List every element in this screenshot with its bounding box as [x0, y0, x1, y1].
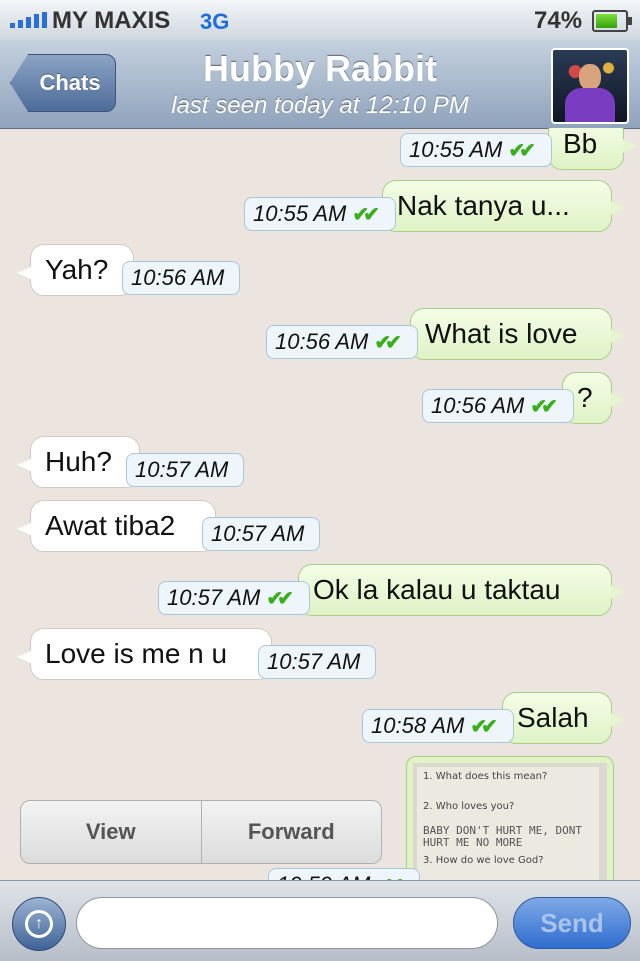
message-bubble-incoming[interactable]: Huh?	[17, 436, 140, 488]
nav-bar: Chats Hubby Rabbit last seen today at 12…	[0, 40, 640, 129]
read-receipt-icon: ✔✔	[352, 203, 379, 226]
message-timestamp: 10:55 AM ✔✔	[244, 197, 396, 231]
message-bubble-outgoing[interactable]: Ok la kalau u taktau	[298, 564, 625, 616]
message-text: Nak tanya u...	[397, 190, 570, 221]
network-type: 3G	[200, 9, 230, 34]
photo-text-line: 3. How do we love God?	[423, 855, 544, 866]
message-text: Salah	[517, 702, 589, 733]
read-receipt-icon: ✔✔	[376, 873, 403, 881]
message-bubble-incoming[interactable]: Love is me n u	[17, 628, 272, 680]
read-receipt-icon: ✔✔	[470, 715, 497, 738]
message-timestamp: 10:59 AM✔✔	[268, 868, 420, 880]
battery-icon	[592, 10, 632, 32]
read-receipt-icon: ✔✔	[530, 395, 557, 418]
photo-handwriting: BABY DON'T HURT ME, DONT HURT ME NO MORE	[423, 824, 582, 849]
message-text: Love is me n u	[45, 638, 228, 669]
image-message[interactable]: 1. What does this mean? 2. Who loves you…	[406, 756, 614, 880]
message-text: Huh?	[45, 446, 112, 477]
photo-thumbnail[interactable]: 1. What does this mean? 2. Who loves you…	[413, 763, 607, 880]
chat-area[interactable]: Bb 10:55 AM ✔✔ Nak tanya u... 10:55 AM ✔✔ …	[0, 128, 640, 880]
message-timestamp: 10:57 AM	[202, 517, 320, 551]
message-bubble-incoming[interactable]: Awat tiba2	[17, 500, 216, 552]
photo-text-line: 2. Who loves you?	[423, 801, 515, 812]
send-button[interactable]: Send	[513, 897, 631, 949]
read-receipt-icon: ✔✔	[374, 331, 401, 354]
message-text: Yah?	[45, 254, 109, 285]
message-text: What is love	[425, 318, 578, 349]
attach-button[interactable]: ↑	[12, 897, 66, 951]
message-text: Awat tiba2	[45, 510, 176, 541]
message-text: ?	[577, 382, 593, 413]
read-receipt-icon: ✔✔	[508, 139, 535, 162]
signal-bars-icon	[10, 12, 47, 28]
message-timestamp: 10:57 AM ✔✔	[158, 581, 310, 615]
contact-name[interactable]: Hubby Rabbit	[140, 48, 500, 90]
photo-text-line: 1. What does this mean?	[423, 771, 548, 782]
message-timestamp: 10:55 AM ✔✔	[400, 133, 552, 167]
read-receipt-icon: ✔✔	[266, 587, 293, 610]
message-bubble-outgoing[interactable]: Salah	[502, 692, 625, 744]
arrow-up-icon: ↑	[25, 910, 53, 938]
message-timestamp: 10:56 AM ✔✔	[266, 325, 418, 359]
message-bubble-outgoing[interactable]: What is love	[410, 308, 625, 360]
message-bubble-outgoing[interactable]: Bb	[548, 128, 637, 170]
message-text: Bb	[563, 128, 598, 159]
message-bubble-outgoing[interactable]: Nak tanya u...	[382, 180, 625, 232]
message-timestamp: 10:57 AM	[126, 453, 244, 487]
message-input-bar: ↑ Send	[0, 880, 640, 961]
message-input[interactable]	[76, 897, 498, 949]
carrier-name: MY MAXIS	[52, 7, 171, 34]
message-timestamp: 10:56 AM	[122, 261, 240, 295]
message-timestamp: 10:57 AM	[258, 645, 376, 679]
status-bar: MY MAXIS 3G 74%	[0, 0, 640, 41]
message-timestamp: 10:58 AM ✔✔	[362, 709, 514, 743]
contact-avatar[interactable]	[551, 48, 629, 124]
battery-percent: 74%	[534, 7, 583, 34]
media-action-popup: View Forward	[20, 800, 382, 864]
message-timestamp: 10:56 AM ✔✔	[422, 389, 574, 423]
forward-button[interactable]: Forward	[200, 801, 382, 863]
view-button[interactable]: View	[21, 801, 201, 863]
back-to-chats-button[interactable]: Chats	[10, 54, 116, 112]
last-seen-status: last seen today at 12:10 PM	[171, 92, 469, 119]
message-bubble-incoming[interactable]: Yah?	[17, 244, 134, 296]
message-text: Ok la kalau u taktau	[313, 574, 561, 605]
